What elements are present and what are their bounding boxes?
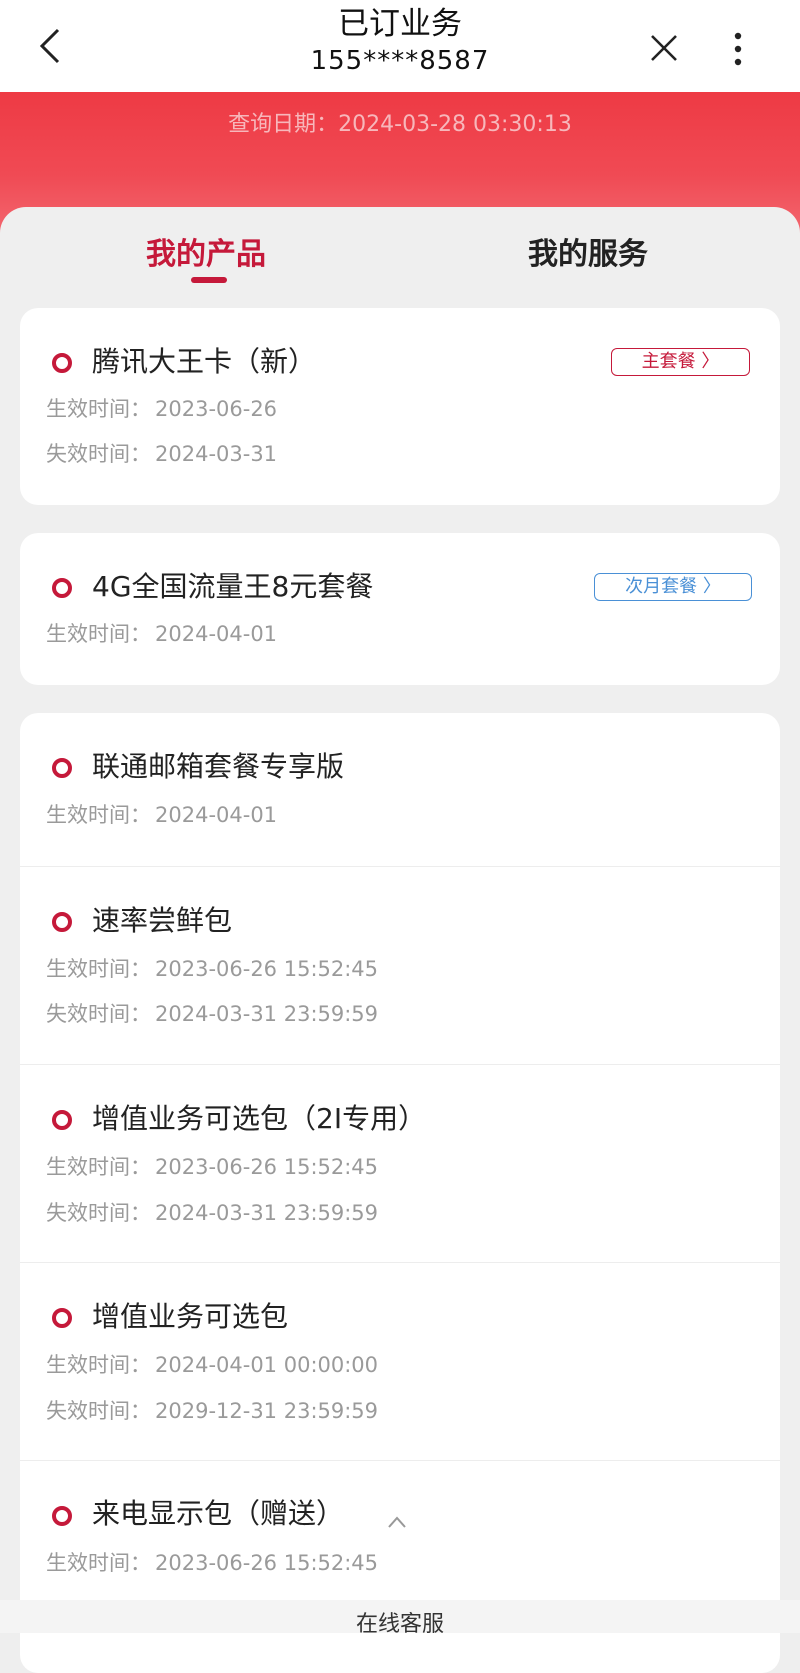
online-service-bar[interactable]: 在线客服 xyxy=(0,1600,800,1637)
effective-time: 生效时间： 2024-04-01 00:00:00 xyxy=(46,1353,379,1377)
top-nav-bar: 已订业务 155****8587 xyxy=(0,0,800,92)
chevron-up-icon[interactable] xyxy=(387,1515,407,1529)
list-item: 腾讯大王卡（新） 主套餐 〉 生效时间： 2023-06-26 失效时间： 2024… xyxy=(20,308,780,505)
bullet-icon xyxy=(52,912,72,932)
list-item[interactable]: 速率尝鲜包 生效时间： 2023-06-26 15:52:45 失效时间： 2024… xyxy=(20,867,780,1064)
tab-my-services[interactable]: 我的服务 xyxy=(528,233,648,277)
product-name: 腾讯大王卡（新） xyxy=(92,345,317,378)
list-item[interactable]: 联通邮箱套餐专享版 生效时间： 2024-04-01 xyxy=(20,713,780,866)
product-card-next-month[interactable]: 4G全国流量王8元套餐 次月套餐 〉 生效时间： 2024-04-01 xyxy=(20,533,780,685)
product-name: 增值业务可选包 xyxy=(92,1300,289,1333)
online-service-label: 在线客服 xyxy=(355,1612,444,1637)
bullet-icon xyxy=(52,1110,72,1130)
query-date: 查询日期：2024-03-28 03:30:13 xyxy=(228,112,572,137)
product-name: 4G全国流量王8元套餐 xyxy=(92,570,374,603)
bullet-icon xyxy=(52,1506,72,1526)
bullet-icon xyxy=(52,353,72,373)
effective-time: 生效时间： 2023-06-26 15:52:45 xyxy=(46,957,379,981)
add-on-list-card: 联通邮箱套餐专享版 生效时间： 2024-04-01 速率尝鲜包 生效时间： 202… xyxy=(20,713,780,1673)
effective-time: 生效时间： 2023-06-26 15:52:45 xyxy=(46,1551,379,1575)
more-icon[interactable] xyxy=(730,30,746,70)
product-name: 来电显示包（赠送） xyxy=(92,1497,345,1530)
effective-time: 生效时间： 2024-04-01 xyxy=(46,622,278,646)
effective-time: 生效时间： 2024-04-01 xyxy=(46,803,278,827)
list-item: 4G全国流量王8元套餐 次月套餐 〉 生效时间： 2024-04-01 xyxy=(20,533,780,685)
content-panel: 我的产品 我的服务 腾讯大王卡（新） 主套餐 〉 生效时间： 2023-06-26… xyxy=(0,207,800,1673)
product-name: 增值业务可选包（2I专用） xyxy=(92,1102,427,1135)
product-name: 联通邮箱套餐专享版 xyxy=(92,750,345,783)
main-plan-badge[interactable]: 主套餐 〉 xyxy=(611,348,750,376)
list-item[interactable]: 增值业务可选包 生效时间： 2024-04-01 00:00:00 失效时间： 20… xyxy=(20,1263,780,1460)
effective-time: 生效时间： 2023-06-26 xyxy=(46,397,278,421)
close-icon[interactable] xyxy=(648,32,680,64)
expire-time: 失效时间： 2024-03-31 xyxy=(46,442,278,466)
effective-time: 生效时间： 2023-06-26 15:52:45 xyxy=(46,1155,379,1179)
tab-my-products[interactable]: 我的产品 xyxy=(146,233,266,277)
list-item[interactable]: 来电显示包（赠送） 生效时间： 2023-06-26 15:52:45 xyxy=(20,1461,780,1673)
expire-time: 失效时间： 2029-12-31 23:59:59 xyxy=(46,1399,379,1423)
product-card-main[interactable]: 腾讯大王卡（新） 主套餐 〉 生效时间： 2023-06-26 失效时间： 2024… xyxy=(20,308,780,505)
bullet-icon xyxy=(52,758,72,778)
expire-time: 失效时间： 2024-03-31 23:59:59 xyxy=(46,1201,379,1225)
next-month-plan-badge[interactable]: 次月套餐 〉 xyxy=(594,573,752,601)
active-tab-indicator xyxy=(191,277,227,283)
page-title: 已订业务 xyxy=(338,6,462,42)
list-item[interactable]: 增值业务可选包（2I专用） 生效时间： 2023-06-26 15:52:45 失… xyxy=(20,1065,780,1262)
bullet-icon xyxy=(52,578,72,598)
product-name: 速率尝鲜包 xyxy=(92,904,233,937)
bullet-icon xyxy=(52,1308,72,1328)
phone-number: 155****8587 xyxy=(310,46,490,76)
expire-time: 失效时间： 2024-03-31 23:59:59 xyxy=(46,1002,379,1026)
